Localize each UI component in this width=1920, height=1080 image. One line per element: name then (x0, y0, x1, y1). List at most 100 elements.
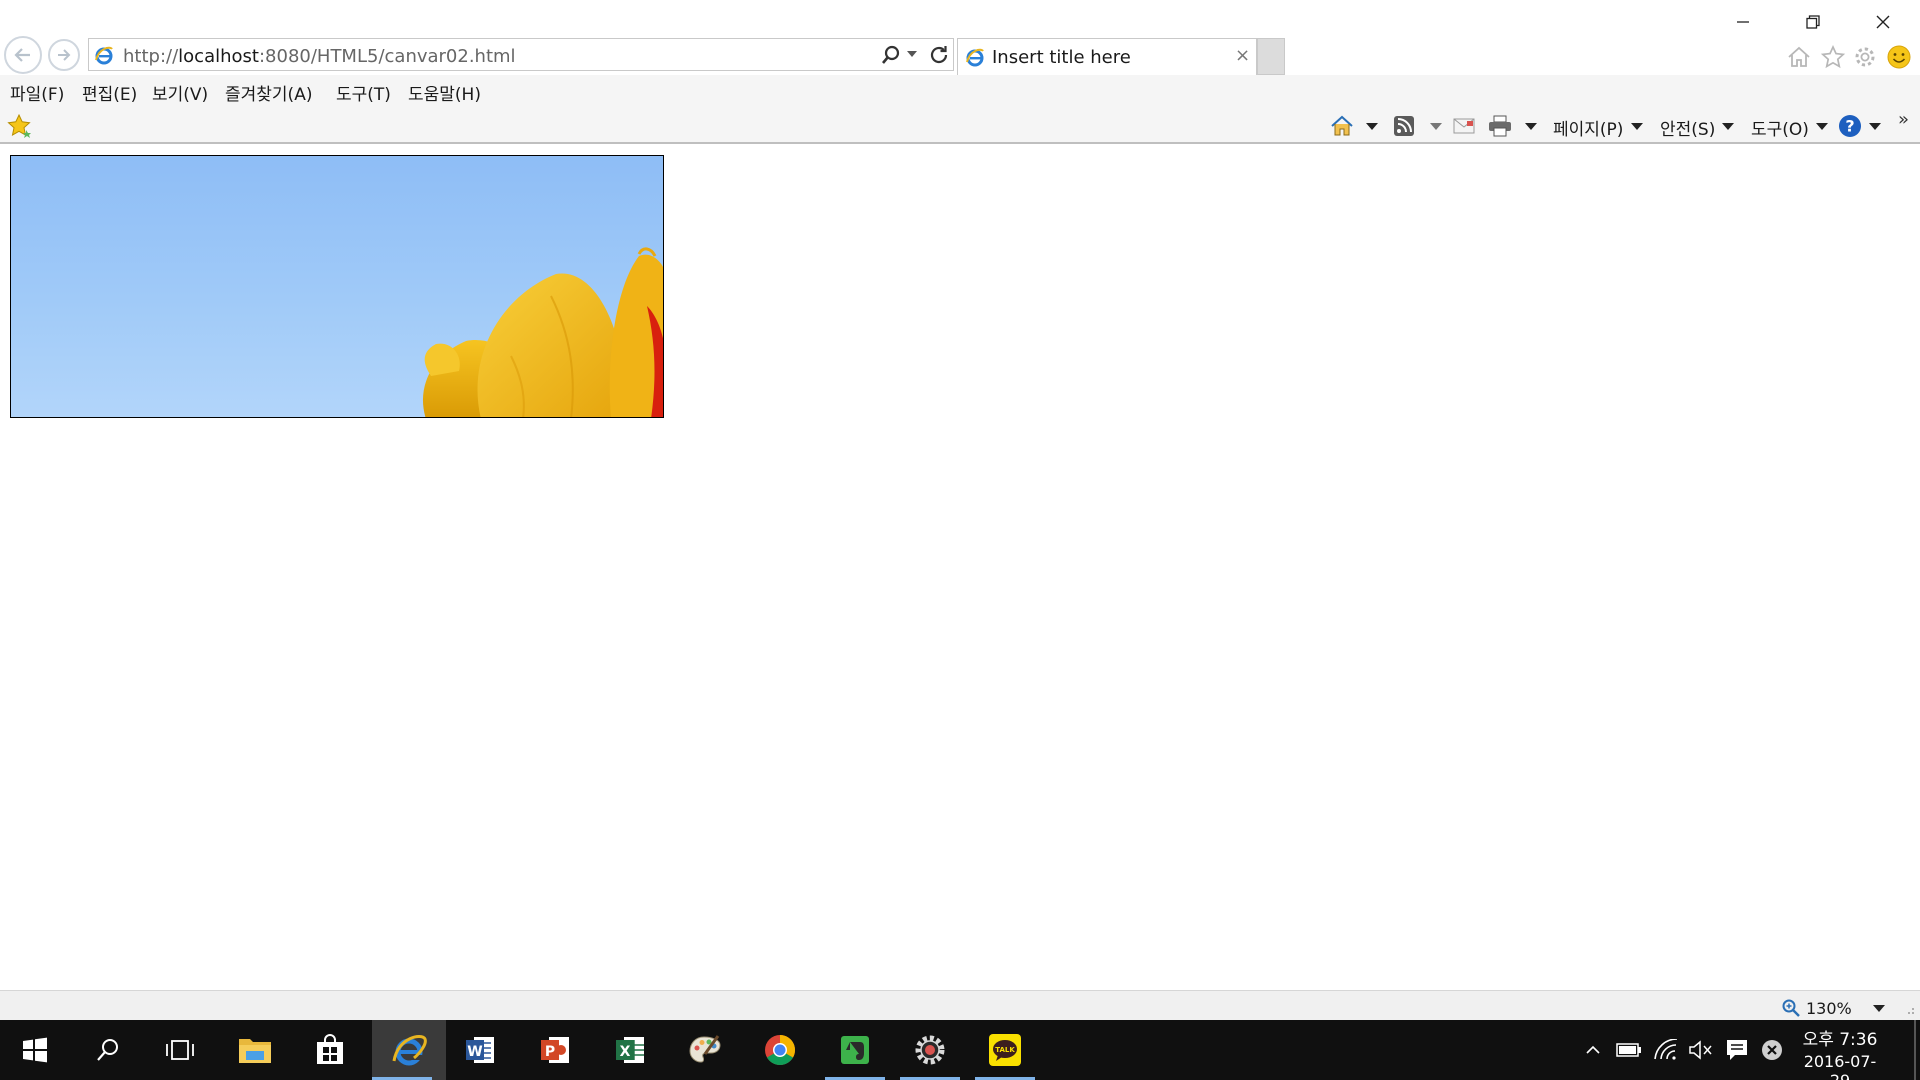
svg-text:P: P (545, 1044, 555, 1060)
page-menu[interactable]: 페이지(P) (1553, 115, 1623, 140)
close-window-button[interactable] (1860, 8, 1906, 36)
task-view-button[interactable] (150, 1020, 210, 1080)
safety-dropdown-icon[interactable] (1722, 123, 1734, 130)
menu-view[interactable]: 보기(V) (152, 80, 208, 105)
feedback-button[interactable] (1884, 42, 1914, 72)
tools-menu[interactable]: 도구(O) (1751, 115, 1809, 140)
gear-app-button[interactable] (900, 1020, 960, 1080)
menu-help[interactable]: 도움말(H) (408, 80, 481, 105)
show-desktop-button[interactable] (1914, 1020, 1916, 1080)
internet-explorer-taskbar-button[interactable] (372, 1020, 446, 1080)
paint-button[interactable] (675, 1020, 735, 1080)
help-button[interactable]: ? (1838, 114, 1862, 138)
zoom-dropdown-icon[interactable] (1873, 1005, 1885, 1012)
settings-button[interactable] (1850, 42, 1880, 72)
wifi-icon (1654, 1039, 1678, 1060)
error-status-button[interactable] (1759, 1037, 1785, 1063)
home-icon (1788, 46, 1810, 67)
favorites-button[interactable] (1818, 42, 1848, 72)
volume-button[interactable] (1688, 1037, 1714, 1063)
tab-title: Insert title here (992, 47, 1131, 68)
store-icon (317, 1034, 343, 1064)
read-mail-button[interactable] (1452, 114, 1476, 138)
svg-text:W: W (467, 1044, 482, 1060)
minimize-button[interactable] (1720, 8, 1766, 36)
more-commands-icon[interactable]: » (1898, 109, 1909, 130)
resize-grip-icon[interactable] (1905, 1005, 1915, 1015)
menu-file[interactable]: 파일(F) (10, 80, 64, 105)
file-explorer-button[interactable] (225, 1020, 285, 1080)
page-viewport (0, 144, 1920, 990)
tab-close-icon[interactable]: × (1235, 45, 1250, 66)
safety-menu[interactable]: 안전(S) (1660, 115, 1715, 140)
print-dropdown-icon[interactable] (1525, 123, 1537, 130)
excel-button[interactable]: X (600, 1020, 660, 1080)
page-dropdown-icon[interactable] (1631, 123, 1643, 130)
powerpoint-icon: P (541, 1037, 569, 1063)
refresh-icon[interactable] (928, 44, 950, 66)
taskbar-search-button[interactable] (78, 1020, 138, 1080)
feeds-dropdown-icon[interactable] (1430, 123, 1442, 130)
address-host: localhost (178, 46, 259, 67)
home-dropdown-icon[interactable] (1366, 123, 1378, 130)
action-center-button[interactable] (1724, 1037, 1750, 1063)
forward-button[interactable] (48, 39, 80, 71)
evernote-button[interactable] (825, 1020, 885, 1080)
windows-start-icon (23, 1037, 47, 1063)
start-button[interactable] (5, 1020, 65, 1080)
menu-tools[interactable]: 도구(T) (336, 80, 391, 105)
search-icon (97, 1039, 118, 1061)
minimize-icon (1737, 21, 1749, 23)
gear-app-icon (915, 1035, 945, 1065)
back-button[interactable] (4, 36, 42, 74)
tools-dropdown-icon[interactable] (1816, 123, 1828, 130)
word-icon: W (466, 1037, 494, 1063)
home-command-button[interactable] (1330, 114, 1354, 138)
svg-text:TALK: TALK (995, 1046, 1015, 1054)
help-dropdown-icon[interactable] (1869, 123, 1881, 130)
clock-time[interactable]: 오후 7:36 (1800, 1025, 1880, 1050)
file-explorer-icon (239, 1039, 271, 1063)
print-button[interactable] (1488, 114, 1512, 138)
tulip-image (422, 247, 663, 417)
add-favorite-icon[interactable] (6, 113, 32, 139)
network-button[interactable] (1653, 1037, 1679, 1063)
address-path: :8080/HTML5/canvar02.html (258, 46, 516, 67)
zoom-level[interactable]: 130% (1806, 999, 1852, 1018)
search-dropdown-icon[interactable] (907, 51, 917, 57)
html5-canvas (10, 155, 664, 418)
browser-titlebar: http://localhost:8080/HTML5/canvar02.htm… (0, 0, 1920, 75)
home-icon (1331, 115, 1353, 136)
address-text[interactable]: http://localhost:8080/HTML5/canvar02.htm… (123, 46, 516, 67)
restore-button[interactable] (1790, 8, 1836, 36)
close-icon (1876, 15, 1890, 29)
feeds-button[interactable] (1392, 114, 1416, 138)
show-hidden-icons-button[interactable] (1580, 1037, 1606, 1063)
search-icon[interactable] (880, 44, 902, 66)
kakaotalk-button[interactable]: TALK (975, 1020, 1035, 1080)
excel-icon: X (616, 1037, 644, 1063)
zoom-icon[interactable] (1781, 998, 1801, 1018)
kakaotalk-icon: TALK (989, 1034, 1021, 1066)
address-bar[interactable]: http://localhost:8080/HTML5/canvar02.htm… (88, 38, 954, 71)
menu-edit[interactable]: 편집(E) (82, 80, 137, 105)
powerpoint-button[interactable]: P (525, 1020, 585, 1080)
new-tab-button[interactable] (1257, 38, 1285, 75)
gear-icon (1855, 47, 1875, 67)
smiley-icon (1887, 45, 1911, 69)
mail-icon (1453, 118, 1475, 134)
tab-active[interactable]: Insert title here × (957, 38, 1257, 75)
task-view-icon (166, 1040, 194, 1060)
word-button[interactable]: W (450, 1020, 510, 1080)
chrome-button[interactable] (750, 1020, 810, 1080)
home-button[interactable] (1784, 42, 1814, 72)
menu-favorites[interactable]: 즐겨찾기(A) (225, 80, 312, 105)
rss-icon (1394, 116, 1414, 136)
svg-text:?: ? (1845, 117, 1854, 136)
clock-date[interactable]: 2016-07-29 (1796, 1052, 1884, 1080)
store-button[interactable] (300, 1020, 360, 1080)
notification-icon (1727, 1040, 1747, 1060)
battery-button[interactable] (1616, 1037, 1642, 1063)
arrow-right-icon (58, 49, 71, 61)
paint-icon (689, 1035, 721, 1063)
